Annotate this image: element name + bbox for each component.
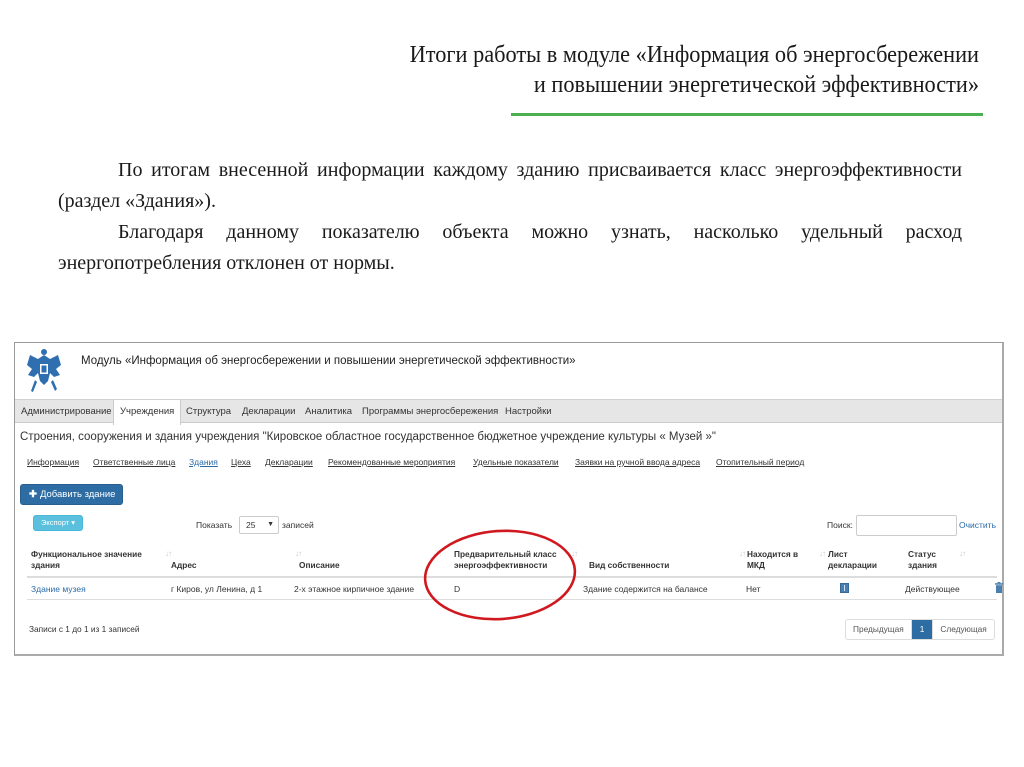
tab-institutions[interactable]: Учреждения	[113, 400, 182, 425]
tab-administration[interactable]: Администрирование	[15, 400, 118, 424]
subnav-recommended-measures[interactable]: Рекомендованные мероприятия	[328, 457, 455, 467]
document-icon[interactable]	[840, 583, 849, 593]
building-address: г Киров, ул Ленина, д 1	[171, 584, 263, 594]
title-underline	[511, 113, 983, 116]
slide-body: По итогам внесенной информации каждому з…	[58, 155, 962, 279]
records-label: записей	[282, 520, 314, 530]
tab-energy-programs[interactable]: Программы энергосбережения	[356, 400, 504, 424]
tab-analytics[interactable]: Аналитика	[299, 400, 358, 424]
slide-title-line1: Итоги работы в модуле «Информация об эне…	[409, 42, 979, 68]
column-header-address[interactable]: Адрес	[171, 560, 196, 571]
subnav-heating-period[interactable]: Отопительный период	[716, 457, 804, 467]
caret-down-icon: ▾	[71, 518, 76, 527]
pagination-previous[interactable]: Предыдущая	[846, 620, 912, 639]
section-title: Строения, сооружения и здания учреждения…	[20, 431, 717, 443]
column-header-status[interactable]: Статус здания	[908, 549, 937, 571]
add-building-label: Добавить здание	[39, 489, 116, 500]
table-info: Записи с 1 до 1 из 1 записей	[29, 624, 140, 634]
subnav-declarations[interactable]: Декларации	[265, 457, 313, 467]
sort-icon[interactable]: ↓↑	[819, 549, 826, 558]
sort-icon[interactable]: ↓↑	[739, 549, 746, 558]
paragraph-1: По итогам внесенной информации каждому з…	[58, 159, 962, 212]
sort-icon[interactable]: ↓↑	[959, 549, 966, 558]
paragraph-2: Благодаря данному показателю объекта мож…	[58, 221, 962, 274]
subnav-information[interactable]: Информация	[27, 457, 79, 467]
column-header-declaration-sheet[interactable]: Лист декларации	[828, 549, 877, 571]
app-title: Модуль «Информация об энергосбережении и…	[81, 355, 576, 367]
tab-settings[interactable]: Настройки	[499, 400, 558, 424]
add-building-button[interactable]: ✚ Добавить здание	[20, 484, 123, 505]
sort-icon[interactable]: ↓↑	[295, 549, 302, 558]
slide-title: Итоги работы в модуле «Информация об эне…	[235, 40, 979, 100]
page-size-select[interactable]: 25 ▼	[239, 516, 279, 534]
trash-icon[interactable]	[995, 582, 1003, 593]
building-function-link[interactable]: Здание музея	[31, 584, 86, 594]
search-input[interactable]	[856, 515, 957, 536]
building-status: Действующее	[905, 584, 960, 594]
plus-icon: ✚	[29, 489, 37, 500]
clear-search-link[interactable]: Очистить	[959, 520, 996, 530]
subnav-manual-address-requests[interactable]: Заявки на ручной ввода адреса	[575, 457, 700, 467]
subnav-buildings[interactable]: Здания	[189, 457, 218, 467]
sort-icon[interactable]: ↓↑	[165, 549, 172, 558]
pagination-page-1[interactable]: 1	[911, 620, 933, 639]
show-label: Показать	[196, 520, 233, 530]
table-row: Здание музея г Киров, ул Ленина, д 1 2-х…	[27, 578, 1003, 600]
export-label: Экспорт	[40, 518, 70, 527]
subnav-responsible-persons[interactable]: Ответственные лица	[93, 457, 175, 467]
sort-icon[interactable]: ↓↑	[571, 549, 578, 558]
building-description: 2-х этажное кирпичное здание	[294, 584, 415, 594]
caret-down-icon: ▼	[267, 521, 274, 528]
main-tabs: Администрирование Учреждения Структура Д…	[15, 399, 1002, 425]
tab-declarations[interactable]: Декларации	[236, 400, 301, 424]
column-header-description[interactable]: Описание	[299, 560, 340, 571]
column-header-in-mkd[interactable]: Находится в МКД	[747, 549, 798, 571]
column-header-function[interactable]: Функциональное значение здания	[31, 549, 142, 571]
buildings-table: Функциональное значение здания ↓↑ Адрес ↓…	[27, 543, 1003, 600]
column-header-ownership[interactable]: Вид собственности	[589, 560, 669, 571]
table-header: Функциональное значение здания ↓↑ Адрес ↓…	[27, 543, 997, 578]
subnav-workshops[interactable]: Цеха	[231, 457, 251, 467]
app-header: Модуль «Информация об энергосбережении и…	[15, 343, 1002, 399]
pagination: Предыдущая 1 Следующая	[845, 619, 995, 640]
page-size-value: 25	[246, 520, 256, 530]
tab-structure[interactable]: Структура	[180, 400, 237, 424]
pagination-next[interactable]: Следующая	[932, 620, 994, 639]
building-energy-class: D	[454, 584, 461, 594]
sort-icon[interactable]: ↓↑	[435, 549, 442, 558]
russian-coat-of-arms-icon	[27, 349, 61, 392]
building-ownership: Здание содержится на балансе	[583, 584, 708, 594]
column-header-energy-class[interactable]: Предварительный класс энергоэффективности	[454, 549, 557, 571]
search-label: Поиск:	[827, 520, 853, 530]
slide-title-line2: и повышении энергетической эффективности…	[533, 72, 979, 98]
export-button[interactable]: Экспорт ▾	[33, 515, 83, 531]
app-screenshot: Модуль «Информация об энергосбережении и…	[14, 342, 1004, 656]
building-in-mkd: Нет	[746, 584, 761, 594]
subnav-specific-indicators[interactable]: Удельные показатели	[473, 457, 559, 467]
